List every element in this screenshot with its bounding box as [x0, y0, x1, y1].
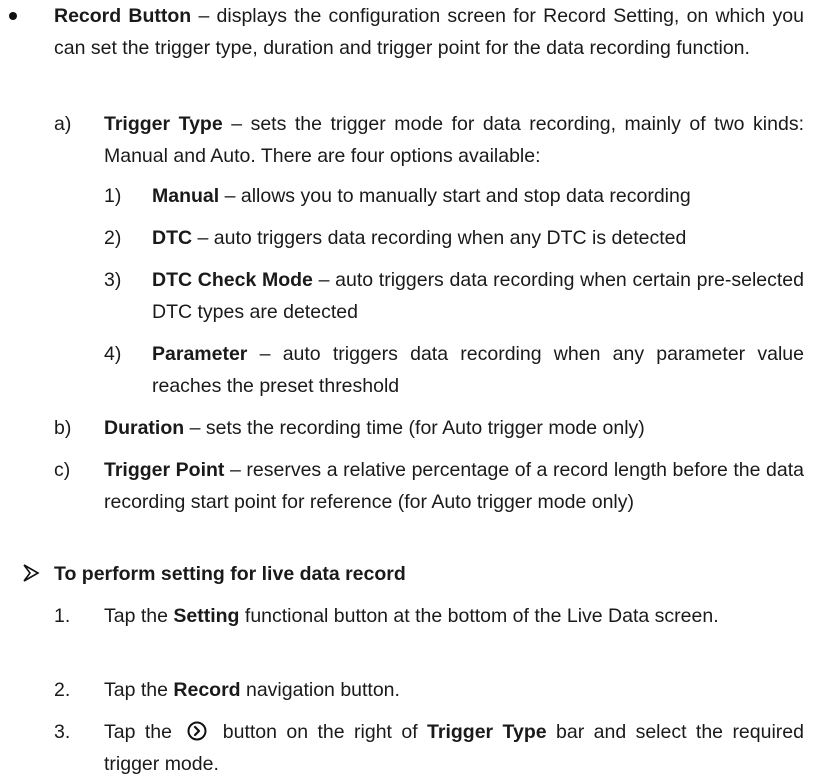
- option-manual: Manual – allows you to manually start an…: [152, 180, 804, 212]
- list-marker: a): [54, 113, 72, 135]
- option-text: – auto triggers data recording when any …: [192, 227, 687, 249]
- step-bold: Record: [173, 679, 241, 701]
- circle-chevron-right-icon: [187, 719, 207, 741]
- trigger-point-paragraph: Trigger Point – reserves a relative perc…: [104, 454, 804, 518]
- list-marker: 3): [104, 269, 122, 291]
- manual-page: Record Button – displays the configurati…: [0, 0, 815, 775]
- list-marker: 2): [104, 227, 122, 249]
- bullet-icon: [9, 12, 17, 20]
- step-text: functional button at the bottom of the L…: [239, 605, 719, 627]
- step-bold: Setting: [173, 605, 240, 627]
- step-text: button on the right of: [213, 721, 428, 743]
- trigger-type-term: Trigger Type: [104, 113, 223, 135]
- procedure-heading-text: To perform setting for live data record: [54, 563, 406, 585]
- option-term: DTC: [152, 227, 193, 249]
- step-text: navigation button.: [240, 679, 400, 701]
- list-marker: c): [54, 459, 71, 481]
- step-text: Tap the: [104, 679, 174, 701]
- step-2: Tap the Record navigation button.: [104, 674, 804, 706]
- procedure-heading: To perform setting for live data record: [54, 558, 804, 590]
- option-parameter: Parameter – auto triggers data recording…: [152, 338, 804, 402]
- list-marker: b): [54, 417, 72, 439]
- step-number: 2.: [54, 679, 71, 701]
- option-text: – allows you to manually start and stop …: [219, 185, 691, 207]
- step-1: Tap the Setting functional button at the…: [104, 600, 804, 632]
- record-button-term: Record Button: [54, 5, 192, 27]
- step-number: 1.: [54, 605, 71, 627]
- option-dtc-check-mode: DTC Check Mode – auto triggers data reco…: [152, 264, 804, 328]
- step-text: Tap the: [104, 721, 182, 743]
- record-button-paragraph: Record Button – displays the configurati…: [54, 0, 804, 64]
- step-3: Tap the button on the right of Trigger T…: [104, 716, 804, 780]
- duration-text: – sets the recording time (for Auto trig…: [184, 417, 645, 439]
- list-marker: 1): [104, 185, 122, 207]
- step-bold: Trigger Type: [427, 721, 547, 743]
- option-dtc: DTC – auto triggers data recording when …: [152, 222, 804, 254]
- option-term: Parameter: [152, 343, 248, 365]
- step-number: 3.: [54, 721, 71, 743]
- trigger-type-paragraph: Trigger Type – sets the trigger mode for…: [104, 108, 804, 172]
- duration-paragraph: Duration – sets the recording time (for …: [104, 412, 804, 444]
- list-marker: 4): [104, 343, 122, 365]
- arrow-bullet-icon: [22, 558, 40, 590]
- trigger-point-term: Trigger Point: [104, 459, 225, 481]
- step-text: Tap the: [104, 605, 174, 627]
- option-term: DTC Check Mode: [152, 269, 313, 291]
- duration-term: Duration: [104, 417, 185, 439]
- option-text: – auto triggers data recording when any …: [152, 343, 804, 397]
- option-term: Manual: [152, 185, 220, 207]
